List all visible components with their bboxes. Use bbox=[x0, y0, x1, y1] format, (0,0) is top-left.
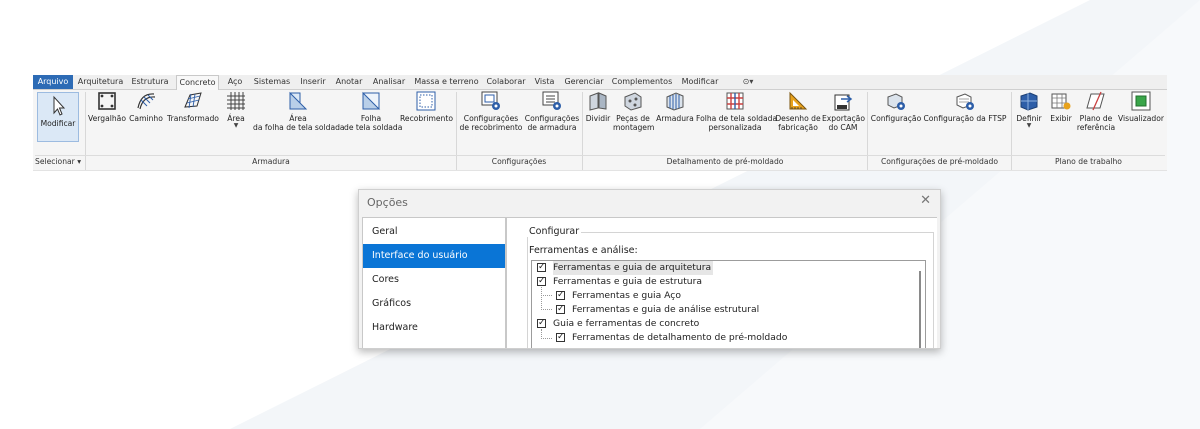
group-config-pre-moldado: Configurações de pré-moldado bbox=[880, 157, 998, 166]
tab-massa-e-terreno[interactable]: Massa e terreno bbox=[413, 75, 480, 89]
nav-item-interface-do-usuario[interactable]: Interface do usuário bbox=[363, 244, 505, 268]
folha-personalizada-button[interactable]: Folha de tela soldada personalizada bbox=[696, 90, 777, 132]
tree-item[interactable]: ✓ Ferramentas e guia de arquitetura bbox=[532, 261, 912, 275]
tab-sistemas[interactable]: Sistemas bbox=[251, 75, 293, 89]
tab-arquivo[interactable]: Arquivo bbox=[33, 75, 73, 89]
tree-item[interactable]: ✓ Ferramentas de detalhamento de pré-mol… bbox=[532, 331, 912, 345]
rebar-icon bbox=[98, 92, 116, 110]
area-fabric-sheet-icon bbox=[289, 91, 308, 110]
cursor-icon bbox=[53, 95, 66, 116]
reinforcement-icon bbox=[666, 92, 684, 111]
dropdown-arrow-icon: ▼ bbox=[233, 122, 239, 129]
group-selecionar[interactable]: Selecionar ▾ bbox=[35, 156, 85, 170]
tab-estrutura[interactable]: Estrutura bbox=[129, 75, 171, 89]
checkbox[interactable]: ✓ bbox=[537, 277, 546, 286]
tab-concreto[interactable]: Concreto bbox=[176, 75, 219, 90]
scrollbar[interactable] bbox=[919, 271, 921, 348]
viewer-icon bbox=[1131, 91, 1151, 111]
tab-analisar[interactable]: Analisar bbox=[370, 75, 408, 89]
tab-anotar[interactable]: Anotar bbox=[333, 75, 365, 89]
vergalhao-button[interactable]: Vergalhão bbox=[88, 90, 126, 123]
desenho-fabricacao-button[interactable]: Desenho de fabricação bbox=[775, 90, 821, 132]
nav-item-graficos[interactable]: Gráficos bbox=[363, 292, 505, 316]
exportacao-cam-button[interactable]: Exportação do CAM bbox=[822, 90, 865, 132]
tree-item[interactable]: ✓ Ferramentas e guia de análise estrutur… bbox=[532, 303, 912, 317]
folha-button[interactable]: Folha de tela soldada bbox=[344, 90, 402, 132]
tab-overflow[interactable]: ⊙▾ bbox=[733, 75, 763, 89]
tree-item[interactable]: ✓ Ferramentas e guia Aço bbox=[532, 289, 912, 303]
tab-inserir[interactable]: Inserir bbox=[298, 75, 328, 89]
ribbon-tab-bar: Arquivo Arquitetura Estrutura Concreto A… bbox=[33, 75, 1167, 90]
checkbox[interactable]: ✓ bbox=[556, 291, 565, 300]
split-icon bbox=[589, 92, 607, 111]
rebar-settings-icon bbox=[542, 91, 561, 110]
options-dialog: Opções ✕ Geral Interface do usuário Core… bbox=[358, 189, 941, 349]
ribbon: Arquivo Arquitetura Estrutura Concreto A… bbox=[33, 75, 1167, 171]
checkbox[interactable]: ✓ bbox=[556, 305, 565, 314]
custom-fabric-icon bbox=[726, 92, 744, 110]
recobrimento-button[interactable]: Recobrimento bbox=[400, 90, 453, 123]
config-armadura-button[interactable]: Configurações de armadura bbox=[524, 90, 580, 132]
group-detalhamento: Detalhamento de pré-moldado bbox=[666, 157, 784, 166]
nav-item-cores[interactable]: Cores bbox=[363, 268, 505, 292]
nav-item-hardware[interactable]: Hardware bbox=[363, 316, 505, 340]
dialog-title: Opções bbox=[367, 196, 408, 209]
reference-plane-icon bbox=[1086, 91, 1105, 111]
fabric-sheet-icon bbox=[362, 91, 381, 110]
tools-tree: ✓ Ferramentas e guia de arquitetura ✓ Fe… bbox=[531, 260, 926, 348]
cover-settings-icon bbox=[481, 91, 500, 110]
checkbox[interactable]: ✓ bbox=[556, 333, 565, 342]
tree-item[interactable]: ✓ Ferramentas e guia de estrutura bbox=[532, 275, 912, 289]
show-workplane-icon bbox=[1051, 93, 1071, 110]
ftsp-settings-icon bbox=[956, 93, 974, 110]
tab-complementos[interactable]: Complementos bbox=[611, 75, 673, 89]
free-form-rebar-icon bbox=[184, 92, 202, 109]
armadura-button[interactable]: Armadura bbox=[655, 90, 695, 123]
group-armadura: Armadura bbox=[252, 157, 290, 166]
modificar-button[interactable]: Modificar bbox=[37, 92, 79, 142]
area-rebar-icon bbox=[227, 92, 245, 110]
area-button[interactable]: Área ▼ bbox=[223, 90, 249, 129]
ribbon-panel: Modificar Vergalhão Caminho Transformado… bbox=[33, 90, 1167, 170]
tab-colaborar[interactable]: Colaborar bbox=[485, 75, 527, 89]
checkbox[interactable]: ✓ bbox=[537, 263, 546, 272]
config-recobrimento-button[interactable]: Configurações de recobrimento bbox=[459, 90, 523, 132]
options-nav: Geral Interface do usuário Cores Gráfico… bbox=[362, 217, 506, 348]
pecas-montagem-button[interactable]: Peças de montagem bbox=[613, 90, 654, 132]
tools-analysis-label: Ferramentas e análise: bbox=[529, 245, 638, 256]
configuracao-button[interactable]: Configuração bbox=[870, 90, 922, 123]
tab-modificar[interactable]: Modificar bbox=[678, 75, 722, 89]
shop-drawing-icon bbox=[789, 91, 808, 110]
checkbox[interactable]: ✓ bbox=[537, 319, 546, 328]
cam-export-icon bbox=[834, 94, 853, 111]
plano-referencia-button[interactable]: Plano de referência bbox=[1076, 90, 1116, 132]
separator bbox=[85, 92, 86, 170]
transformado-button[interactable]: Transformado bbox=[167, 90, 219, 123]
close-icon[interactable]: ✕ bbox=[920, 194, 931, 208]
visualizador-button[interactable]: Visualizador bbox=[1117, 90, 1165, 123]
mounting-parts-icon bbox=[624, 92, 642, 111]
options-content: Configurar Ferramentas e análise: ✓ Ferr… bbox=[506, 217, 937, 348]
dropdown-arrow-icon: ▼ bbox=[1026, 122, 1032, 129]
tree-item[interactable]: ✓ Guia e ferramentas de concreto bbox=[532, 317, 912, 331]
group-configuracoes: Configurações bbox=[491, 157, 547, 166]
tab-aco[interactable]: Aço bbox=[224, 75, 246, 89]
dividir-button[interactable]: Dividir bbox=[584, 90, 612, 123]
area-folha-button[interactable]: Área da folha de tela soldada bbox=[253, 90, 345, 132]
configuracao-ftsp-button[interactable]: Configuração da FTSP bbox=[923, 90, 1007, 123]
path-rebar-icon bbox=[137, 93, 156, 110]
tab-gerenciar[interactable]: Gerenciar bbox=[562, 75, 606, 89]
nav-item-geral[interactable]: Geral bbox=[363, 220, 505, 244]
precast-settings-icon bbox=[887, 93, 905, 110]
set-workplane-icon bbox=[1020, 92, 1038, 111]
definir-button[interactable]: Definir ▼ bbox=[1014, 90, 1044, 129]
tab-arquitetura[interactable]: Arquitetura bbox=[77, 75, 124, 89]
exibir-button[interactable]: Exibir bbox=[1047, 90, 1075, 123]
group-plano-trabalho: Plano de trabalho bbox=[1055, 157, 1122, 166]
configurar-legend: Configurar bbox=[527, 226, 582, 237]
tab-vista[interactable]: Vista bbox=[532, 75, 557, 89]
cover-icon bbox=[416, 91, 436, 111]
caminho-button[interactable]: Caminho bbox=[127, 90, 165, 123]
